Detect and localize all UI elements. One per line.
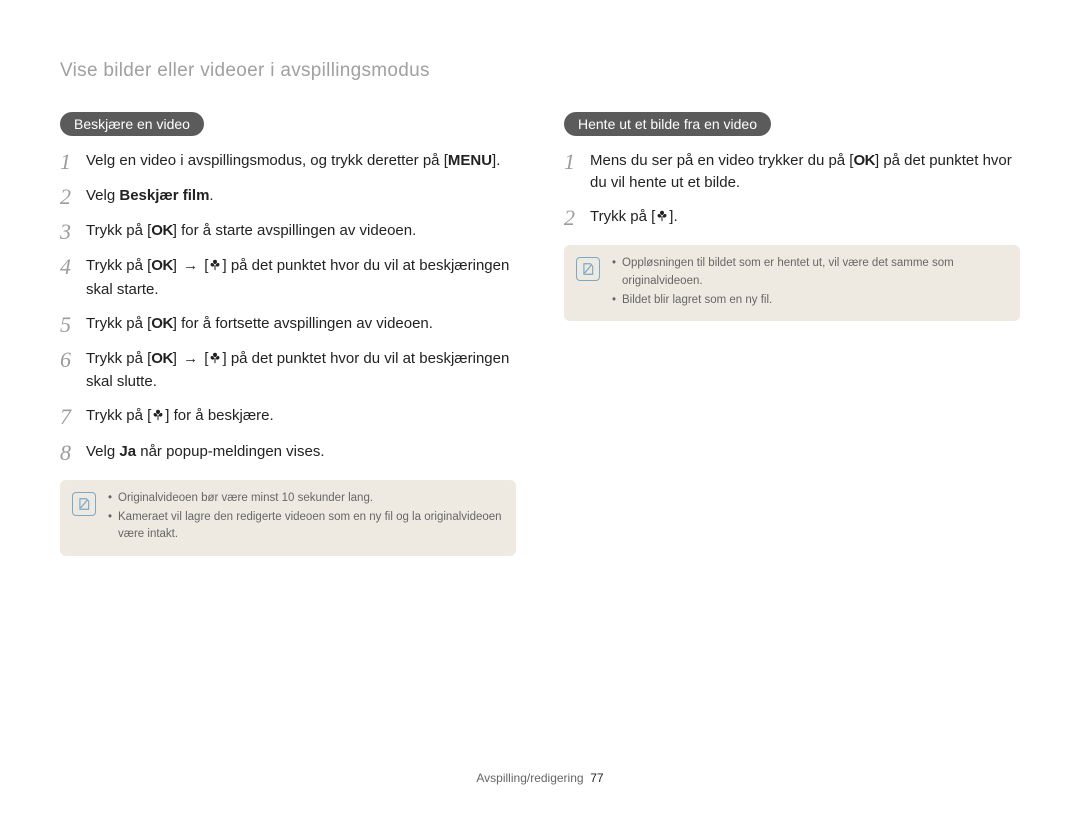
ok-icon: OK	[151, 257, 173, 274]
step-5: 5 Trykk på [OK] for å fortsette avspilli…	[60, 313, 516, 336]
macro-icon	[151, 407, 165, 429]
step-text: Trykk på [	[86, 350, 151, 367]
page-footer: Avspilling/redigering 77	[0, 771, 1080, 785]
capture-steps: 1 Mens du ser på en video trykker du på …	[564, 150, 1020, 229]
step-bold: Beskjær film	[119, 187, 209, 204]
step-number: 2	[564, 206, 590, 229]
step-number: 6	[60, 348, 86, 371]
ok-icon: OK	[151, 315, 173, 332]
step-number: 1	[60, 150, 86, 173]
step-text: ] for å starte avspillingen av videoen.	[173, 222, 416, 239]
note-box: Originalvideoen bør være minst 10 sekund…	[60, 480, 516, 556]
page-number: 77	[590, 771, 603, 785]
step-text: Velg	[86, 443, 119, 460]
step-text: Trykk på [	[86, 407, 151, 424]
footer-section: Avspilling/redigering	[476, 771, 583, 785]
step-number: 5	[60, 313, 86, 336]
step-1: 1 Mens du ser på en video trykker du på …	[564, 150, 1020, 194]
step-number: 8	[60, 441, 86, 464]
note-item: Oppløsningen til bildet som er hentet ut…	[612, 255, 1008, 290]
section-heading-capture-image: Hente ut et bilde fra en video	[564, 112, 771, 136]
step-text: [	[200, 350, 208, 367]
step-text: ].	[669, 208, 677, 225]
macro-icon	[655, 208, 669, 230]
right-column: Hente ut et bilde fra en video 1 Mens du…	[564, 112, 1020, 556]
step-2: 2 Trykk på [].	[564, 206, 1020, 230]
step-8: 8 Velg Ja når popup-meldingen vises.	[60, 441, 516, 464]
step-number: 4	[60, 255, 86, 278]
step-text: Trykk på [	[86, 257, 151, 274]
step-text: Velg	[86, 187, 119, 204]
note-item: Originalvideoen bør være minst 10 sekund…	[108, 490, 504, 507]
macro-icon	[208, 257, 222, 279]
step-6: 6 Trykk på [OK] → [] på det punktet hvor…	[60, 348, 516, 394]
trim-steps: 1 Velg en video i avspillingsmodus, og t…	[60, 150, 516, 464]
ok-icon: OK	[151, 222, 173, 239]
step-text: Mens du ser på en video trykker du på [	[590, 152, 853, 169]
step-text: ] for å fortsette avspillingen av videoe…	[173, 315, 433, 332]
note-box: Oppløsningen til bildet som er hentet ut…	[564, 245, 1020, 321]
note-icon	[72, 492, 96, 516]
menu-label: MENU	[448, 152, 492, 169]
step-number: 2	[60, 185, 86, 208]
step-text: ]	[173, 257, 181, 274]
macro-icon	[208, 350, 222, 372]
note-item: Kameraet vil lagre den redigerte videoen…	[108, 509, 504, 544]
step-2: 2 Velg Beskjær film.	[60, 185, 516, 208]
ok-icon: OK	[151, 350, 173, 367]
step-bold: Ja	[119, 443, 136, 460]
arrow-icon: →	[181, 350, 200, 367]
step-text: Trykk på [	[590, 208, 655, 225]
left-column: Beskjære en video 1 Velg en video i avsp…	[60, 112, 516, 556]
step-7: 7 Trykk på [ ] for å beskjære.	[60, 405, 516, 429]
step-text: .	[209, 187, 213, 204]
arrow-icon: →	[181, 257, 200, 274]
step-text: når popup-meldingen vises.	[136, 443, 324, 460]
step-4: 4 Trykk på [OK] → [] på det punktet hvor…	[60, 255, 516, 301]
step-text: ] for å beskjære.	[165, 407, 273, 424]
section-heading-trim-video: Beskjære en video	[60, 112, 204, 136]
note-icon	[576, 257, 600, 281]
step-number: 3	[60, 220, 86, 243]
step-text: Trykk på [	[86, 315, 151, 332]
step-text: [	[200, 257, 208, 274]
page-title: Vise bilder eller videoer i avspillingsm…	[60, 60, 1020, 82]
step-number: 1	[564, 150, 590, 173]
step-text: Velg en video i avspillingsmodus, og try…	[86, 152, 448, 169]
step-text: Trykk på [	[86, 222, 151, 239]
step-3: 3 Trykk på [OK] for å starte avspillinge…	[60, 220, 516, 243]
step-text: ].	[492, 152, 500, 169]
note-item: Bildet blir lagret som en ny fil.	[612, 292, 1008, 309]
step-1: 1 Velg en video i avspillingsmodus, og t…	[60, 150, 516, 173]
step-number: 7	[60, 405, 86, 428]
ok-icon: OK	[853, 152, 875, 169]
step-text: ]	[173, 350, 181, 367]
